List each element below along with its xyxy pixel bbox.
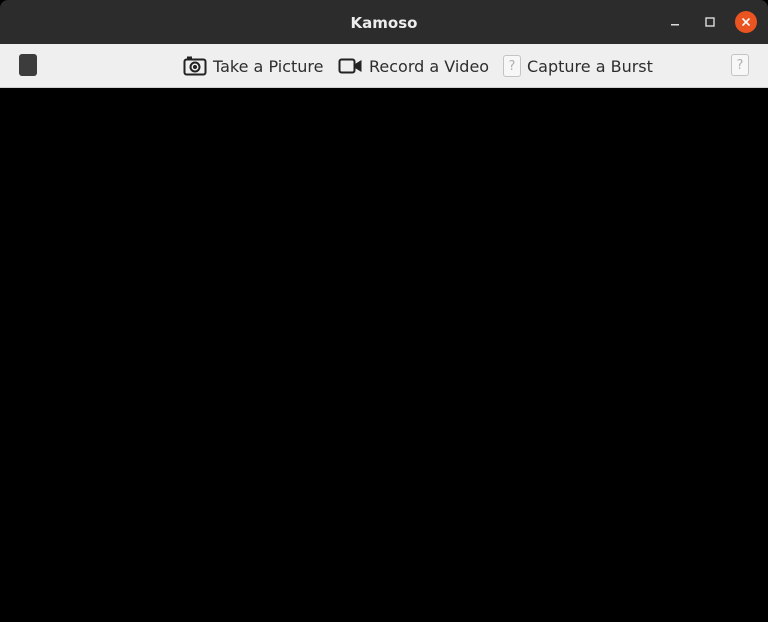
toolbar: Take a Picture Record a Video ? Capture … [0, 44, 768, 88]
title-bar[interactable]: Kamoso [0, 0, 768, 44]
camera-icon [183, 55, 207, 77]
capture-burst-label: Capture a Burst [527, 56, 653, 76]
take-picture-button[interactable]: Take a Picture [183, 52, 323, 80]
minimize-button[interactable] [664, 11, 686, 33]
take-picture-label: Take a Picture [213, 56, 324, 76]
menu-button[interactable]: ? [731, 54, 749, 76]
missing-icon-glyph: ? [503, 55, 521, 77]
maximize-button[interactable] [699, 11, 721, 33]
capture-burst-button[interactable]: ? Capture a Burst [503, 52, 653, 80]
maximize-icon [705, 17, 715, 27]
record-video-button[interactable]: Record a Video [338, 52, 489, 80]
record-video-label: Record a Video [369, 56, 490, 76]
missing-image-icon: ? [731, 54, 749, 76]
video-camera-icon [338, 57, 363, 75]
close-icon [742, 18, 750, 26]
camera-preview [0, 88, 768, 622]
sidebar-toggle-button[interactable] [19, 54, 37, 76]
minimize-icon [671, 24, 679, 26]
missing-image-icon: ? [503, 55, 521, 77]
app-window: Kamoso Take a Picture Record a Video ? C… [0, 0, 768, 622]
window-title: Kamoso [350, 14, 418, 32]
close-button[interactable] [735, 11, 757, 33]
